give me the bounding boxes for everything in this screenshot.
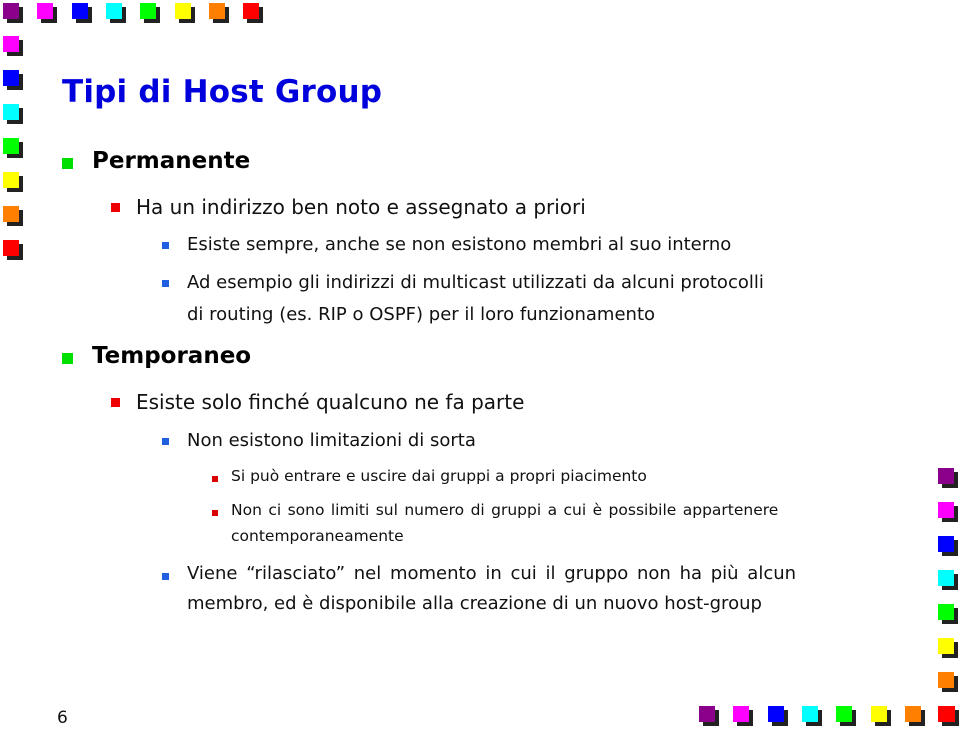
bullet-marker-l3 (162, 438, 169, 445)
bullet-text: Ad esempio gli indirizzi di multicast ut… (187, 272, 764, 293)
bullet-text-continuation: membro, ed è disponibile alla creazione … (187, 593, 762, 614)
deco-square-left (3, 206, 23, 226)
bullet-marker-l2 (111, 203, 120, 212)
deco-square-top (105, 3, 126, 23)
bullet-text-continuation: contemporaneamente (231, 527, 404, 545)
bullet-text-continuation: di routing (es. RIP o OSPF) per il loro … (187, 304, 656, 325)
bullet-marker-l3 (162, 280, 169, 287)
bullet-marker-l2 (111, 398, 120, 407)
bullet-text: Si può entrare e uscire dai gruppi a pro… (231, 467, 647, 485)
deco-square-right (938, 468, 958, 488)
deco-square-bottom (836, 706, 857, 726)
deco-square-left (3, 104, 23, 124)
bullet-text: Non esistono limitazioni di sorta (187, 430, 476, 451)
deco-square-bottom (733, 706, 754, 726)
deco-square-left (3, 36, 23, 56)
bullet-text: Viene “rilasciato” nel momento in cui il… (187, 563, 797, 584)
deco-square-top (208, 3, 229, 23)
deco-square-left (3, 70, 23, 90)
deco-square-top (140, 3, 161, 23)
deco-square-top (243, 3, 264, 23)
bullet-marker-l1 (62, 353, 73, 364)
deco-square-right (938, 638, 958, 658)
deco-square-left (3, 240, 23, 260)
bullet-text: Non ci sono limiti sul numero di gruppi … (231, 501, 779, 519)
deco-square-top (37, 3, 58, 23)
slide-title: Tipi di Host Group (62, 74, 383, 110)
deco-square-right (938, 604, 958, 624)
bullet-permanente: Permanente (92, 148, 251, 174)
bullet-temporaneo: Temporaneo (92, 343, 252, 369)
deco-square-top (3, 3, 23, 23)
bullet-marker-l1 (62, 158, 73, 169)
bullet-marker-l3 (162, 573, 169, 580)
bullet-marker-l3 (162, 242, 169, 249)
deco-square-right (938, 502, 958, 522)
bullet-marker-l4 (212, 510, 218, 516)
deco-square-right (938, 570, 958, 590)
deco-square-bottom (801, 706, 822, 726)
deco-square-top (174, 3, 195, 23)
deco-square-top (71, 3, 92, 23)
deco-square-bottom (699, 706, 719, 726)
deco-square-right (938, 536, 958, 556)
deco-square-left (3, 172, 23, 192)
deco-square-left (3, 138, 23, 158)
page-number: 6 (57, 708, 68, 728)
bullet-text: Esiste solo finché qualcuno ne fa parte (136, 390, 525, 414)
bullet-text: Ha un indirizzo ben noto e assegnato a p… (136, 195, 586, 219)
deco-square-bottom (939, 706, 960, 726)
bullet-text: Esiste sempre, anche se non esistono mem… (187, 234, 732, 255)
deco-square-right (938, 672, 958, 692)
bullet-marker-l4 (212, 476, 218, 482)
deco-square-bottom (904, 706, 925, 726)
deco-square-bottom (767, 706, 788, 726)
deco-square-bottom (870, 706, 891, 726)
